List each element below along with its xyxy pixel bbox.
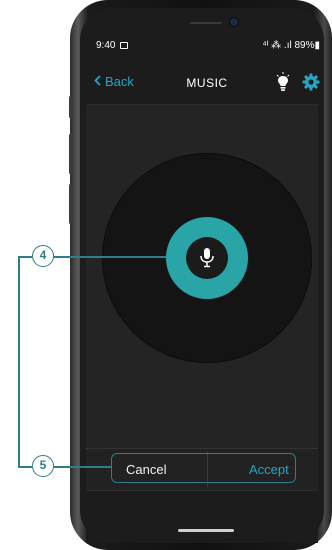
callout-bracket-bottom: [18, 466, 32, 468]
callout-badge-5: 5: [32, 455, 54, 477]
callout-5-leader: [54, 466, 111, 468]
volume-down-button: [69, 184, 72, 224]
earpiece: [190, 16, 254, 30]
callout-badge-4: 4: [32, 245, 54, 267]
home-indicator[interactable]: [178, 529, 234, 532]
callout-bracket-vertical: [18, 256, 20, 466]
lower-panel: [86, 490, 318, 543]
microphone-icon: [200, 248, 214, 268]
microphone-button[interactable]: [186, 237, 228, 279]
callout-bracket-top: [18, 256, 32, 258]
status-indicators: ⁴ᴵ ⁂ .ıl 89%▮: [262, 40, 320, 51]
status-time: 9:40: [96, 40, 116, 51]
gallery-notification-icon: [120, 42, 128, 49]
front-camera: [230, 18, 238, 26]
status-bar: 9:40 ⁴ᴵ ⁂ .ıl 89%▮: [96, 40, 320, 54]
volume-up-button: [69, 134, 72, 174]
gear-icon[interactable]: [302, 73, 320, 91]
mute-switch: [69, 96, 72, 118]
callout-5-highlight: [111, 453, 296, 483]
callout-4-leader: [54, 256, 166, 258]
lightbulb-icon[interactable]: [276, 72, 290, 92]
speaker-grille: [190, 22, 222, 24]
